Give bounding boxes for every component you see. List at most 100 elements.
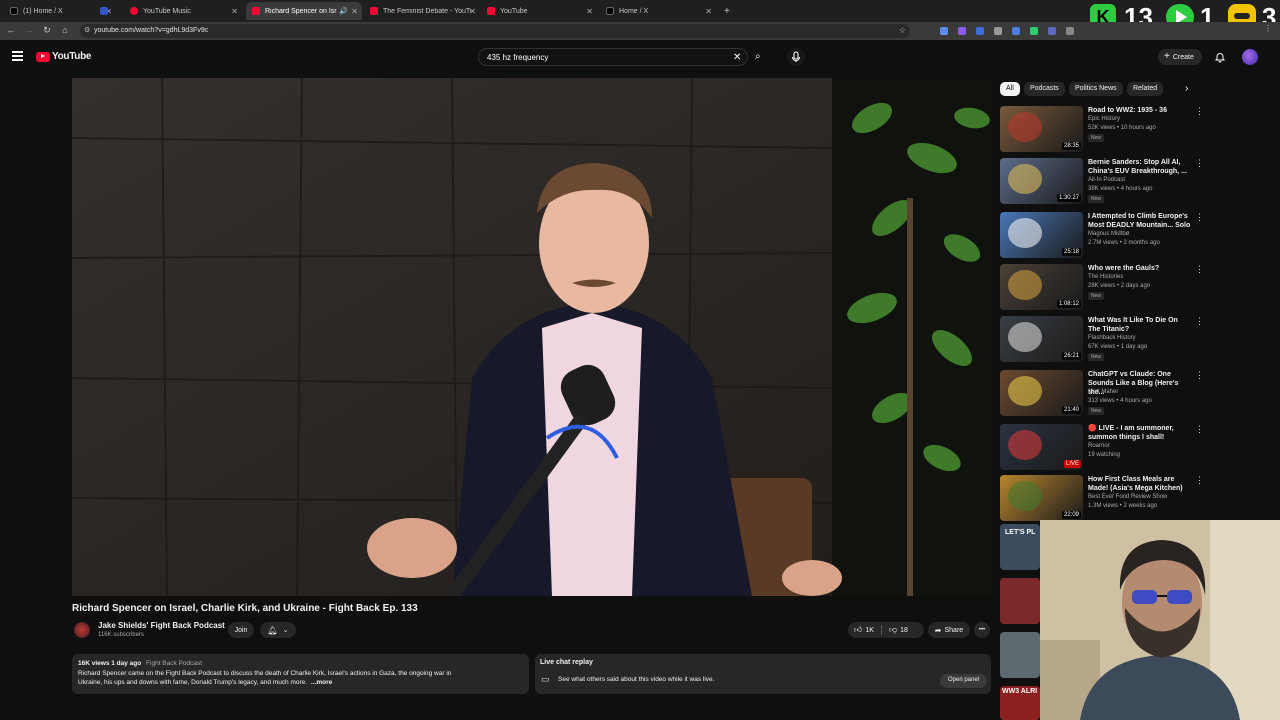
search-icon[interactable]: ⌕ xyxy=(755,51,761,62)
more-options-icon[interactable]: ⋮ xyxy=(1195,475,1204,486)
close-tab-icon[interactable]: ✕ xyxy=(469,7,476,16)
more-options-icon[interactable]: ⋮ xyxy=(1195,264,1204,275)
close-tab-icon[interactable]: ✕ xyxy=(231,7,238,16)
recommendation-title[interactable]: Bernie Sanders: Stop All AI, China's EUV… xyxy=(1088,158,1192,176)
recommendation-channel[interactable]: Matt Maher xyxy=(1088,389,1118,395)
extension-icon[interactable] xyxy=(1066,27,1074,35)
new-tab-button[interactable]: + xyxy=(718,2,734,20)
video-thumbnail[interactable]: 1:30:27 xyxy=(1000,158,1083,204)
browser-tab[interactable]: YouTube ✕ xyxy=(481,2,597,20)
recommendation-card[interactable]: 21:40 ChatGPT vs Claude: One Sounds Like … xyxy=(1000,370,1205,418)
more-options-icon[interactable]: ⋮ xyxy=(1195,106,1204,117)
menu-dots-icon[interactable]: ⋮ xyxy=(1264,24,1272,33)
partial-thumbnail[interactable]: LET'S PL xyxy=(1000,524,1040,570)
extension-icon[interactable] xyxy=(1012,27,1020,35)
extension-icon[interactable] xyxy=(976,27,984,35)
recommendation-channel[interactable]: Flashback History xyxy=(1088,335,1136,341)
recommendation-channel[interactable]: Roarrior xyxy=(1088,443,1110,449)
more-options-icon[interactable]: ⋮ xyxy=(1195,158,1204,169)
more-options-icon[interactable]: ⋮ xyxy=(1195,316,1204,327)
browser-tab[interactable]: The Feminist Debate - YouTube ✕ xyxy=(364,2,480,20)
bookmark-star-icon[interactable]: ☆ xyxy=(899,26,906,35)
partial-thumbnail[interactable] xyxy=(1000,632,1040,678)
video-thumbnail[interactable]: 22:09 xyxy=(1000,475,1083,521)
voice-search-button[interactable] xyxy=(787,48,805,66)
recommendation-card[interactable]: 26:21 What Was It Like To Die On The Tita… xyxy=(1000,316,1205,364)
recommendation-card[interactable]: 1:08:12 Who were the Gauls? The Histories 2… xyxy=(1000,264,1205,312)
recommendation-channel[interactable]: Magnus Midtbø xyxy=(1088,231,1129,237)
recommendation-channel[interactable]: All-In Podcast xyxy=(1088,177,1125,183)
hashtag-link[interactable]: Fight Back Podcast xyxy=(146,660,202,667)
recommendation-title[interactable]: 🔴 LIVE - I am summoner, summon things I … xyxy=(1088,424,1192,442)
recommendation-card[interactable]: 22:09 How First Class Meals are Made! (As… xyxy=(1000,475,1205,523)
chip-all[interactable]: All xyxy=(1000,82,1020,96)
clear-search-icon[interactable]: ✕ xyxy=(733,52,741,63)
recommendation-card[interactable]: LIVE 🔴 LIVE - I am summoner, summon thing… xyxy=(1000,424,1205,472)
chevron-right-icon[interactable]: › xyxy=(1185,83,1188,94)
more-options-icon[interactable]: ⋮ xyxy=(1195,212,1204,223)
recommendation-channel[interactable]: Epic History xyxy=(1088,116,1120,122)
extension-icon[interactable] xyxy=(940,27,948,35)
video-thumbnail[interactable]: 1:08:12 xyxy=(1000,264,1083,310)
more-options-icon[interactable]: ⋮ xyxy=(1195,370,1204,381)
video-thumbnail[interactable]: 26:21 xyxy=(1000,316,1083,362)
browser-tab[interactable] xyxy=(94,2,124,20)
dislike-button[interactable]: 👎︎ 18 xyxy=(889,625,908,635)
show-more-link[interactable]: ...more xyxy=(311,679,332,686)
recommendation-title[interactable]: How First Class Meals are Made! (Asia's … xyxy=(1088,475,1192,493)
forward-icon[interactable]: → xyxy=(23,25,35,35)
create-button[interactable]: + Create xyxy=(1158,49,1202,65)
open-panel-button[interactable]: Open panel xyxy=(940,674,988,688)
close-tab-icon[interactable]: ✕ xyxy=(586,7,593,16)
more-options-icon[interactable]: ⋮ xyxy=(1195,424,1204,435)
extension-icon[interactable] xyxy=(1048,27,1056,35)
speaker-icon[interactable]: 🔊 xyxy=(339,7,348,15)
browser-tab[interactable]: Home / X ✕ xyxy=(600,2,716,20)
recommendation-title[interactable]: Road to WW2: 1935 - 36 xyxy=(1088,106,1192,115)
video-thumbnail[interactable]: 25:18 xyxy=(1000,212,1083,258)
extension-icon[interactable] xyxy=(1030,27,1038,35)
home-icon[interactable]: ⌂ xyxy=(59,25,71,35)
like-button[interactable]: 👍︎ 1K xyxy=(854,625,874,635)
browser-tab[interactable]: YouTube Music ✕ xyxy=(124,2,242,20)
more-actions-button[interactable]: ••• xyxy=(974,622,990,638)
video-thumbnail[interactable]: 21:40 xyxy=(1000,370,1083,416)
recommendation-title[interactable]: I Attempted to Climb Europe's Most DEADL… xyxy=(1088,212,1192,230)
video-player[interactable] xyxy=(72,78,992,596)
hamburger-menu-icon[interactable] xyxy=(12,51,23,61)
chip-politics-news[interactable]: Politics News xyxy=(1069,82,1123,96)
description-box[interactable]: 16K views 1 day ago Fight Back Podcast R… xyxy=(72,654,529,694)
browser-tab-active[interactable]: Richard Spencer on Israel, C 🔊 ✕ xyxy=(246,2,362,20)
extension-icon[interactable] xyxy=(994,27,1002,35)
recommendation-channel[interactable]: Best Ever Food Review Show xyxy=(1088,494,1167,500)
notifications-bell-icon[interactable] xyxy=(1214,51,1226,63)
recommendation-title[interactable]: What Was It Like To Die On The Titanic? xyxy=(1088,316,1192,334)
chip-related[interactable]: Related xyxy=(1127,82,1164,96)
thumbnail-graphic xyxy=(1008,270,1042,300)
close-tab-icon[interactable]: ✕ xyxy=(705,7,712,16)
recommendation-card[interactable]: 25:18 I Attempted to Climb Europe's Most … xyxy=(1000,212,1205,260)
partial-thumbnail[interactable]: WW3 ALRI xyxy=(1000,686,1040,720)
video-thumbnail[interactable]: 28:35 xyxy=(1000,106,1083,152)
chip-podcasts[interactable]: Podcasts xyxy=(1024,82,1065,96)
address-bar[interactable]: ⚙ youtube.com/watch?v=gdhL9d3Fv9c ☆ xyxy=(80,24,910,38)
channel-avatar[interactable] xyxy=(74,622,90,638)
close-tab-icon[interactable]: ✕ xyxy=(351,7,358,16)
recommendation-card[interactable]: 1:30:27 Bernie Sanders: Stop All AI, Chin… xyxy=(1000,158,1205,206)
search-input[interactable]: 435 hz frequency xyxy=(478,48,748,66)
account-avatar[interactable] xyxy=(1242,49,1258,65)
recommendation-channel[interactable]: The Histories xyxy=(1088,274,1123,280)
subscribe-notifications-button[interactable]: 🔔︎ ⌄ xyxy=(260,622,296,638)
channel-name[interactable]: Jake Shields' Fight Back Podcast xyxy=(98,621,225,630)
reload-icon[interactable]: ↻ xyxy=(41,25,53,36)
recommendation-title[interactable]: Who were the Gauls? xyxy=(1088,264,1192,273)
share-button[interactable]: ➦ Share xyxy=(928,622,970,638)
extension-icon[interactable] xyxy=(958,27,966,35)
video-thumbnail[interactable]: LIVE xyxy=(1000,424,1083,470)
join-button[interactable]: Join xyxy=(228,622,254,638)
youtube-logo[interactable]: YouTube xyxy=(36,51,92,62)
back-icon[interactable]: ← xyxy=(5,25,17,35)
recommendation-card[interactable]: 28:35 Road to WW2: 1935 - 36 Epic History 5… xyxy=(1000,106,1205,154)
site-info-icon[interactable]: ⚙ xyxy=(84,26,90,34)
partial-thumbnail[interactable] xyxy=(1000,578,1040,624)
